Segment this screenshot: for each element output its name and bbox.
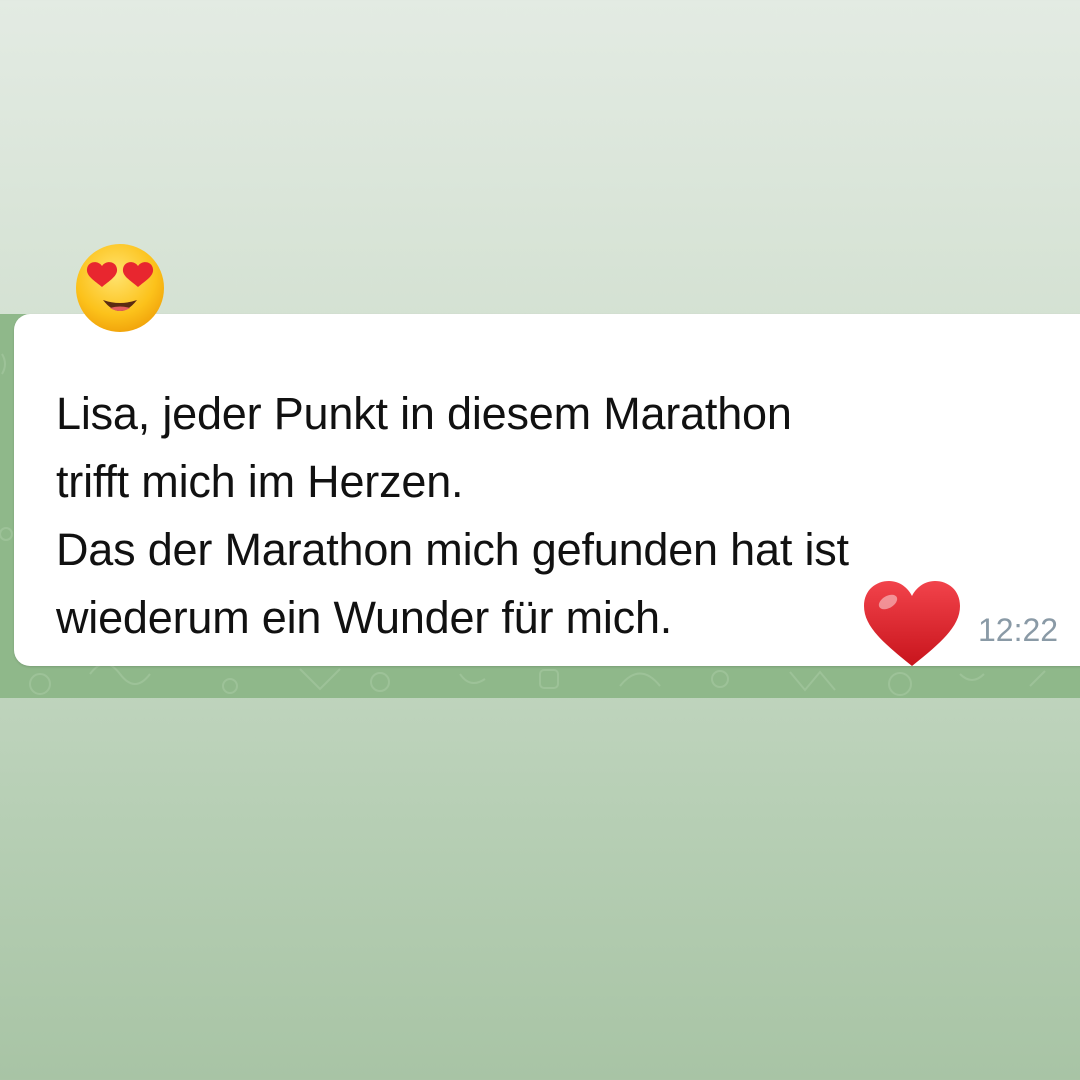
red-heart-emoji-icon	[864, 581, 960, 666]
heart-eyes-emoji-icon[interactable]	[74, 242, 166, 334]
message-timestamp: 12:22	[978, 612, 1059, 648]
